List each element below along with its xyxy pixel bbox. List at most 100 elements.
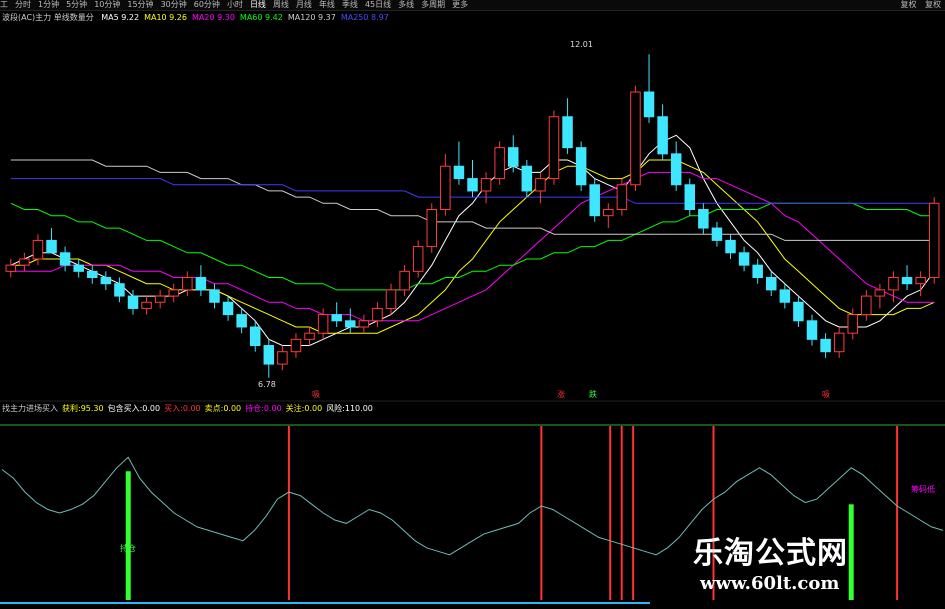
candle-body <box>698 209 709 229</box>
signal-bar-0 <box>125 471 131 600</box>
watermark-title: 乐淘公式网 <box>693 536 848 571</box>
tab-0[interactable]: 工 <box>0 0 8 10</box>
signal-bar-1 <box>287 426 290 600</box>
candle-body <box>562 116 573 149</box>
ma-line-MA60 <box>10 202 935 291</box>
candle-body <box>521 165 533 192</box>
candle-body <box>575 147 587 186</box>
candle-body <box>453 165 465 180</box>
candle-body <box>888 277 899 291</box>
candle-body <box>249 326 261 347</box>
candle-body <box>861 295 872 316</box>
candle-body <box>806 320 818 340</box>
signal-bar-5 <box>632 426 635 600</box>
candle-body <box>114 283 125 297</box>
candle-body <box>100 277 112 285</box>
marker-4: 吸 <box>822 390 830 399</box>
candle-body <box>5 264 17 272</box>
candle-body <box>603 209 614 217</box>
candle-body <box>630 91 641 186</box>
candle-body <box>616 184 628 210</box>
tab-13[interactable]: 季线 <box>342 0 358 10</box>
signal-bar-3 <box>609 426 612 600</box>
ma-legend-item-1: MA10 9.26 <box>144 13 187 22</box>
candle-body <box>915 277 926 285</box>
candle-body <box>345 320 356 328</box>
candle-body <box>412 246 424 272</box>
tab-15[interactable]: 多线 <box>398 0 414 10</box>
ma-legend: 波段(AC)主力 单线数量分 MA5 9.22 MA10 9.26 MA20 9.3… <box>2 12 399 23</box>
candle-body <box>263 345 275 365</box>
candle-body <box>154 295 166 303</box>
indicator-legend-item-4: 卖点:0.00 <box>204 404 242 413</box>
ma-legend-item-5: MA250 8.97 <box>340 13 389 22</box>
tab-8[interactable]: 小时 <box>227 0 243 10</box>
restore-right-button-2[interactable]: 复权 <box>925 0 941 9</box>
candle-body <box>440 165 451 210</box>
candle-body <box>589 184 600 217</box>
toolbar-right: 复权 复权 <box>894 0 941 10</box>
candle-body <box>738 252 750 266</box>
candle-body <box>73 264 84 272</box>
tab-6[interactable]: 30分钟 <box>161 0 187 10</box>
marker-2: 涨 <box>557 390 565 399</box>
indicator-legend-item-6: 关注:0.00 <box>285 404 323 413</box>
candle-body <box>548 116 560 180</box>
candle-body <box>182 277 193 291</box>
candle-body <box>507 147 519 167</box>
indicator-legend-item-7: 风险:110.00 <box>326 404 373 413</box>
tab-5[interactable]: 15分钟 <box>127 0 153 10</box>
tab-7[interactable]: 60分钟 <box>194 0 220 10</box>
signal-bar-4 <box>620 426 623 600</box>
candle-body <box>725 239 736 254</box>
tab-10[interactable]: 周线 <box>273 0 289 10</box>
candle-body <box>222 301 234 316</box>
restore-right-button[interactable]: 复权 <box>900 0 916 9</box>
watermark-url: www.60lt.com <box>700 573 840 594</box>
hold-tag: 持仓 <box>120 544 136 553</box>
candle-body <box>168 289 179 297</box>
tab-16[interactable]: 多周期 <box>421 0 445 10</box>
candle-body <box>358 320 370 328</box>
price-panel[interactable] <box>5 54 940 378</box>
candle-body <box>874 289 886 297</box>
candle-body <box>657 116 668 155</box>
candle-body <box>752 264 763 279</box>
tab-11[interactable]: 月线 <box>296 0 312 10</box>
candle-body <box>141 301 152 309</box>
candle-body <box>32 239 44 260</box>
tab-9[interactable]: 日线 <box>250 0 266 10</box>
signal-bar-7 <box>848 504 854 600</box>
ma-legend-item-3: MA60 9.42 <box>239 13 283 22</box>
candle-body <box>209 289 220 303</box>
candle-body <box>928 202 940 279</box>
indicator-legend-item-5: 持仓:0.00 <box>245 404 282 413</box>
candle-body <box>467 178 478 192</box>
candle-body <box>372 307 383 322</box>
candle-body <box>711 227 723 241</box>
tab-4[interactable]: 10分钟 <box>94 0 120 10</box>
candle-body <box>766 277 777 291</box>
ma-legend-item-0: MA5 9.22 <box>101 13 140 22</box>
tab-1[interactable]: 分时 <box>15 0 31 10</box>
candle-body <box>820 338 831 353</box>
candle-body <box>399 270 410 291</box>
period-toolbar: 工分时 1分钟 5分钟 10分钟 15分钟 30分钟 60分钟 小时 日线 周线 月线 年线 季线 45日… <box>0 0 945 11</box>
tab-2[interactable]: 1分钟 <box>38 0 59 10</box>
marker-3: 跌 <box>589 390 597 399</box>
tab-14[interactable]: 45日线 <box>365 0 391 10</box>
candle-body <box>833 332 845 353</box>
signal-bar-8 <box>896 426 899 600</box>
candle-body <box>684 184 696 210</box>
candle-body <box>87 270 98 279</box>
tab-12[interactable]: 年线 <box>319 0 335 10</box>
tab-17[interactable]: 更多 <box>452 0 468 10</box>
candle-body <box>779 289 791 303</box>
tab-3[interactable]: 5分钟 <box>66 0 87 10</box>
candle-body <box>670 153 682 186</box>
candle-body <box>317 314 329 334</box>
candle-body <box>535 178 546 192</box>
chip-low-tag: 筹码低 <box>911 485 935 494</box>
candle-body <box>46 239 57 254</box>
indicator-legend: 找主力进场买入 获利:95.30 包含买入:0.00 买入:0.00 卖点:0.00 持仓… <box>2 403 377 414</box>
